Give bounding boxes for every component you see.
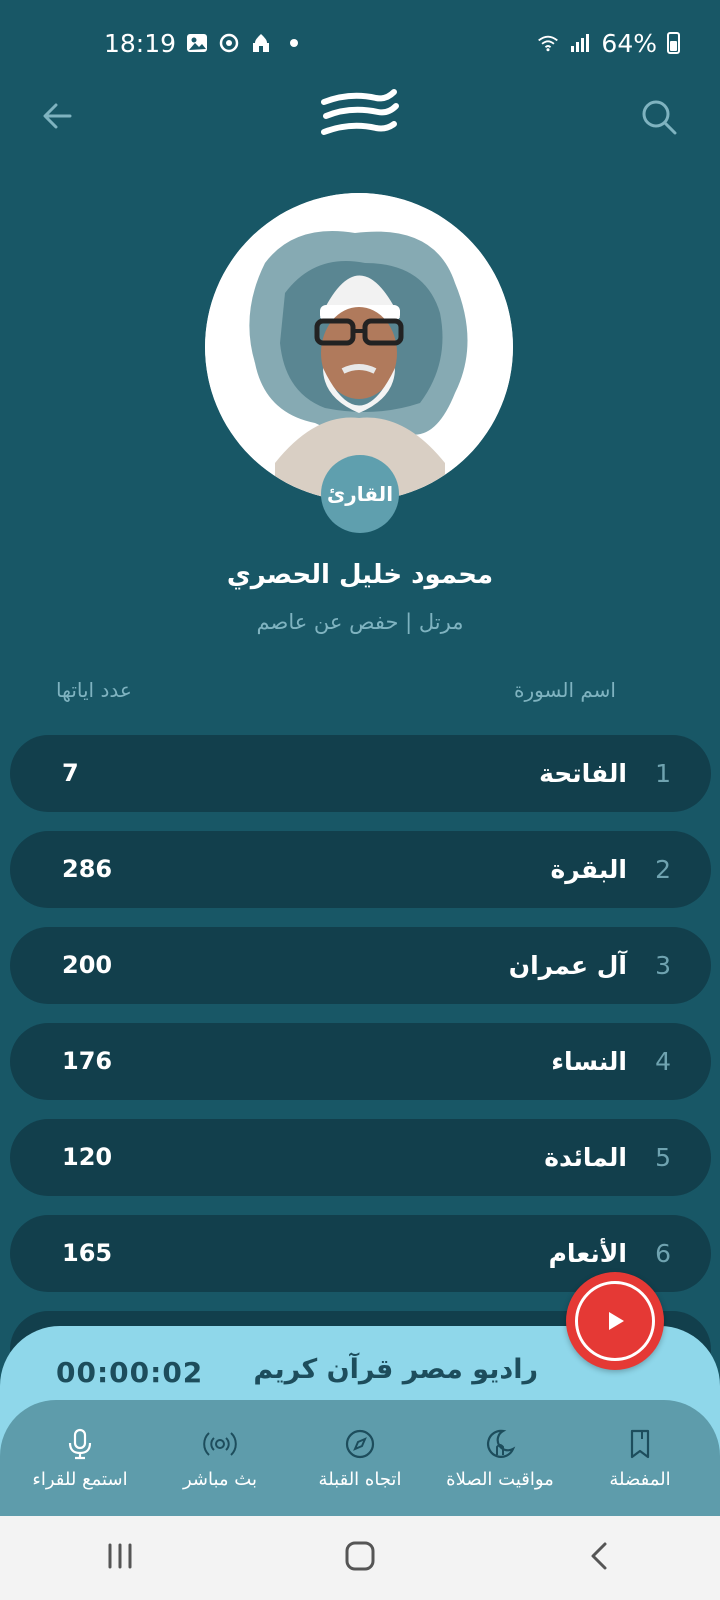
nav-live[interactable]: بث مباشر — [150, 1427, 290, 1490]
system-nav-bar — [0, 1516, 720, 1600]
surah-row[interactable]: 1 الفاتحة 7 — [10, 735, 711, 812]
surah-row[interactable]: 3 آل عمران 200 — [10, 927, 711, 1004]
microphone-icon — [68, 1428, 92, 1459]
surah-ayat-count: 165 — [62, 1239, 113, 1267]
surah-ayat-count: 176 — [62, 1047, 113, 1075]
surah-number: 4 — [655, 1047, 671, 1076]
status-right: 64% — [537, 29, 680, 58]
battery-icon — [667, 32, 680, 54]
nav-listen[interactable]: استمع للقراء — [10, 1427, 150, 1490]
bookmark-icon — [630, 1429, 650, 1458]
nav-qibla[interactable]: اتجاه القبلة — [290, 1427, 430, 1490]
surah-name: البقرة — [550, 855, 627, 884]
reciter-name: محمود خليل الحصري — [226, 560, 494, 590]
surah-ayat-count: 200 — [62, 951, 113, 979]
mosque-icon — [250, 32, 272, 54]
nav-favorites-label: المفضلة — [609, 1468, 671, 1490]
surah-name: المائدة — [544, 1143, 627, 1172]
surah-number: 3 — [655, 951, 671, 980]
surah-number: 2 — [655, 855, 671, 884]
broadcast-icon — [203, 1431, 237, 1456]
search-button[interactable] — [638, 96, 680, 138]
crescent-mosque-icon — [486, 1429, 516, 1458]
reciter-rewaya: مرتل | حفص عن عاصم — [256, 610, 464, 634]
gallery-icon — [186, 32, 208, 54]
play-icon — [609, 1312, 624, 1330]
wifi-icon — [537, 32, 559, 54]
notification-dot — [290, 39, 299, 47]
nav-qibla-label: اتجاه القبلة — [318, 1468, 402, 1490]
nav-favorites[interactable]: المفضلة — [570, 1427, 710, 1490]
chevron-left-icon — [591, 1542, 607, 1570]
nav-prayer-times[interactable]: مواقيت الصلاة — [430, 1427, 570, 1490]
home-icon — [345, 1541, 375, 1571]
search-icon — [642, 100, 677, 135]
play-button[interactable] — [566, 1272, 664, 1370]
back-button[interactable] — [38, 96, 78, 136]
surah-ayat-count: 286 — [62, 855, 113, 883]
surah-ayat-count: 120 — [62, 1143, 113, 1171]
player-elapsed-time: 00:00:02 — [56, 1356, 204, 1389]
system-back-button[interactable] — [585, 1541, 615, 1575]
app-logo — [320, 88, 400, 142]
signal-icon — [569, 32, 591, 54]
recent-apps-icon — [108, 1543, 132, 1569]
surah-row[interactable]: 4 النساء 176 — [10, 1023, 711, 1100]
surah-number: 5 — [655, 1143, 671, 1172]
arrow-left-icon — [43, 103, 72, 129]
surah-row[interactable]: 5 المائدة 120 — [10, 1119, 711, 1196]
sync-icon — [218, 32, 240, 54]
column-header-surah: اسم السورة — [514, 678, 616, 702]
recent-apps-button[interactable] — [105, 1541, 135, 1575]
play-button-ring — [575, 1281, 655, 1361]
battery-percent: 64% — [601, 28, 657, 58]
surah-number: 6 — [655, 1239, 671, 1268]
surah-row[interactable]: 2 البقرة 286 — [10, 831, 711, 908]
reciter-badge: القارئ — [321, 455, 399, 533]
status-left: 18:19 — [104, 28, 299, 58]
surah-number: 1 — [655, 759, 671, 788]
compass-icon — [345, 1429, 375, 1458]
status-time: 18:19 — [104, 28, 177, 58]
surah-name: النساء — [551, 1047, 627, 1076]
home-button[interactable] — [344, 1540, 376, 1576]
surah-name: آل عمران — [508, 951, 627, 980]
column-header-ayat: عدد اياتها — [56, 678, 132, 702]
surah-name: الفاتحة — [539, 759, 627, 788]
app-bar — [0, 86, 720, 146]
nav-listen-label: استمع للقراء — [32, 1468, 128, 1490]
nav-prayer-times-label: مواقيت الصلاة — [446, 1468, 554, 1490]
nav-live-label: بث مباشر — [183, 1468, 257, 1490]
surah-ayat-count: 7 — [62, 759, 79, 787]
player-station-title: راديو مصر قرآن كريم — [253, 1354, 538, 1385]
status-bar: 18:19 64% — [0, 0, 720, 86]
bottom-nav: المفضلة مواقيت الصلاة اتجاه القبلة بث مب… — [0, 1400, 720, 1516]
